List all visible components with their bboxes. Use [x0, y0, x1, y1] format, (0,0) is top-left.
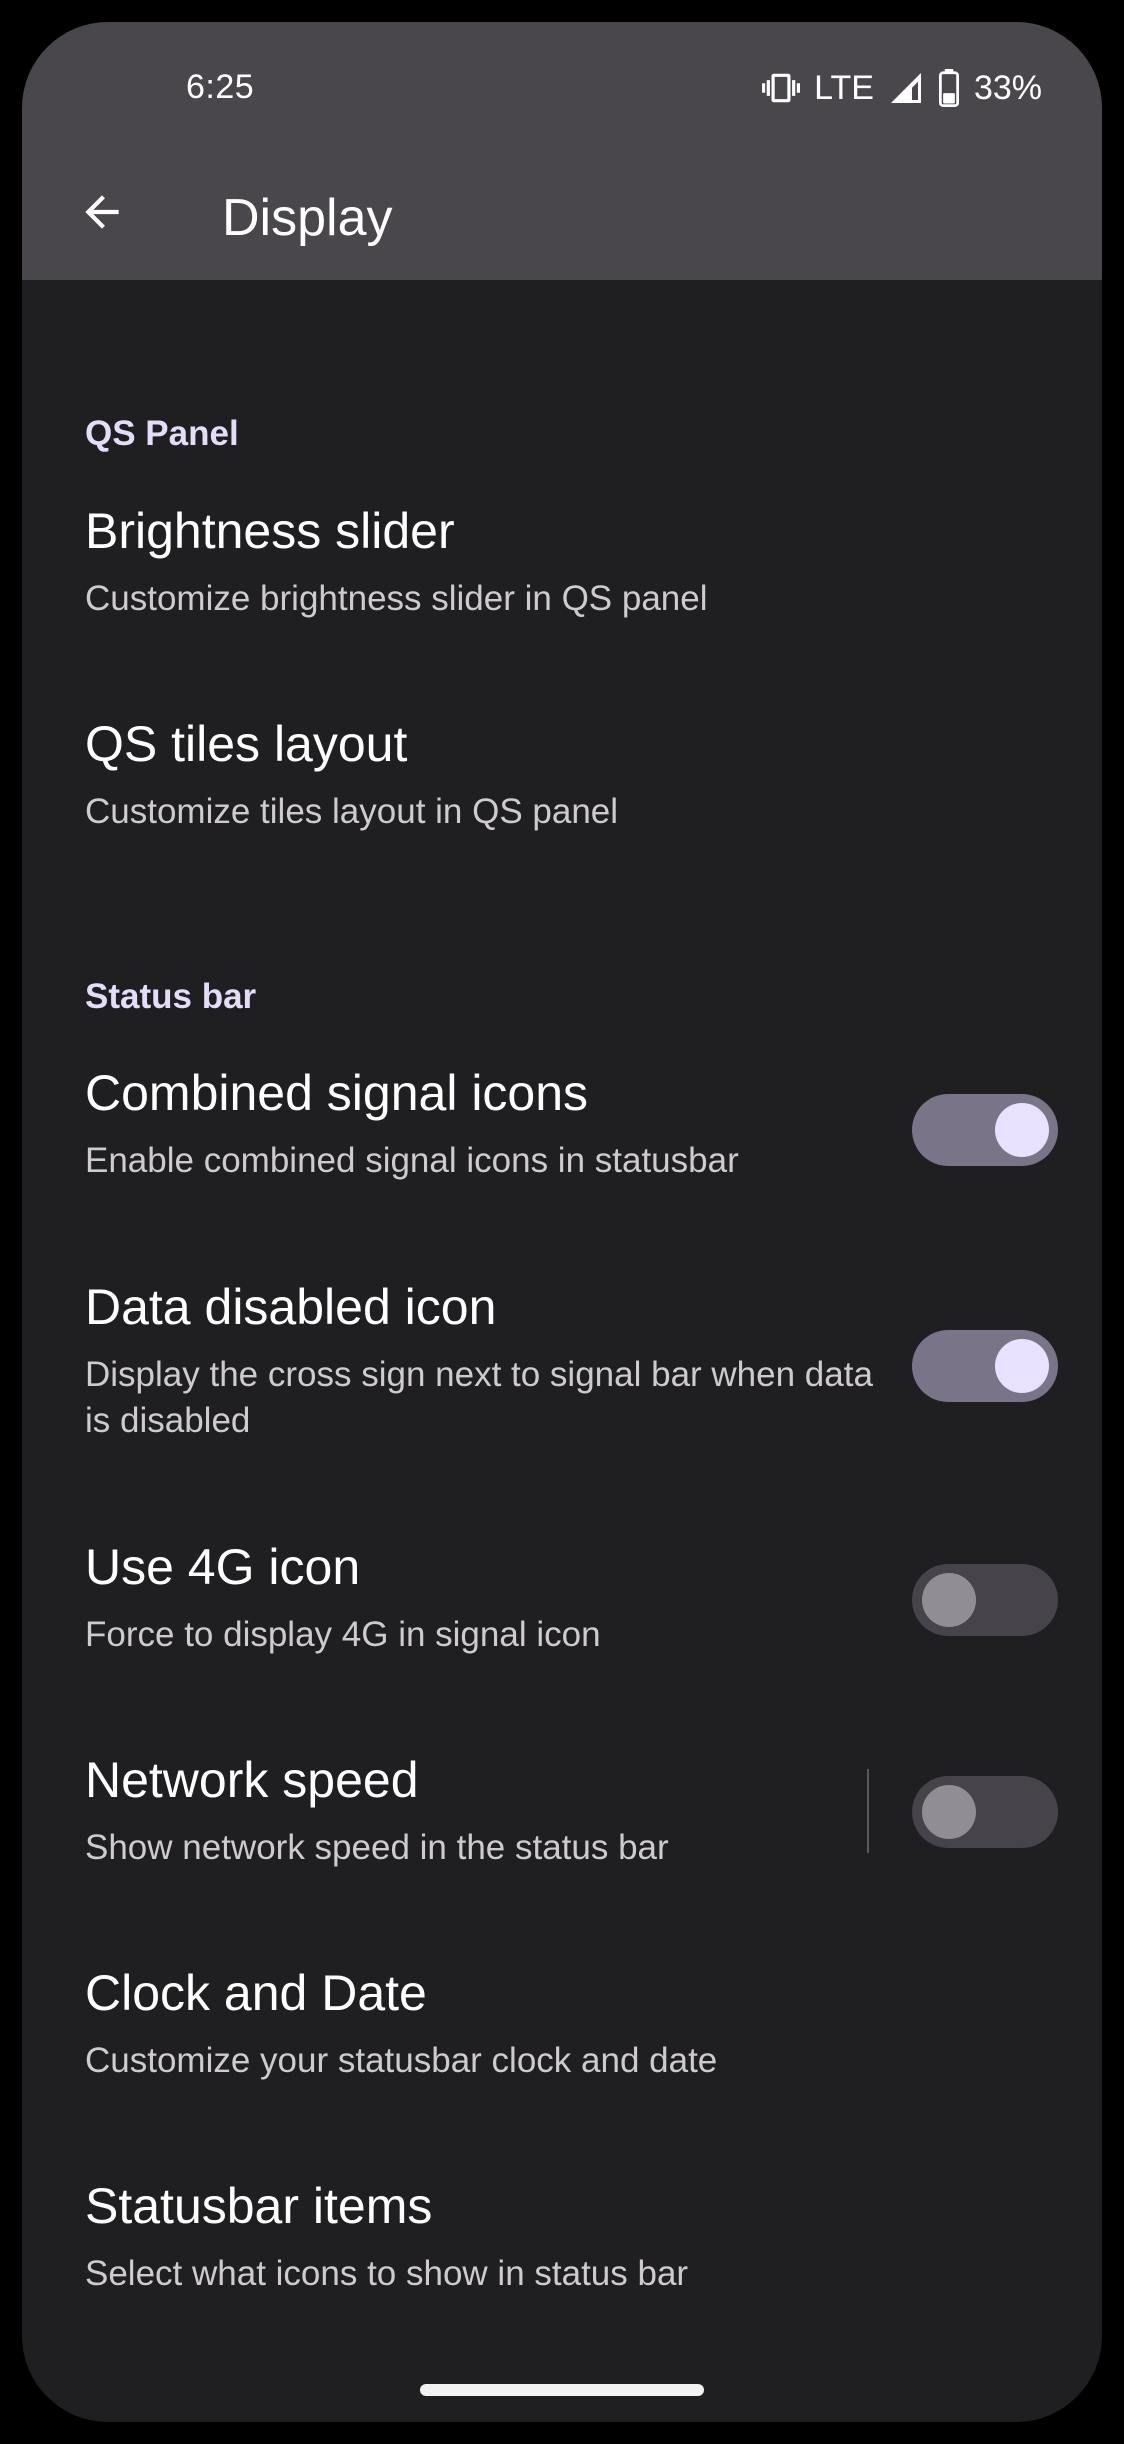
pref-combined-signal-icons[interactable]: Combined signal icons Enable combined si… [22, 1064, 1102, 1264]
combined-signal-toggle[interactable] [912, 1094, 1058, 1166]
device-screen: 6:25 LTE 33% Display QS Panel Brightness… [22, 22, 1102, 2422]
pref-title: Combined signal icons [85, 1065, 589, 1121]
network-speed-toggle[interactable] [912, 1776, 1058, 1848]
pref-title: Brightness slider [85, 503, 455, 559]
pref-subtitle: Select what icons to show in status bar [85, 2254, 689, 2293]
toggle-knob [922, 1785, 976, 1839]
section-header-status-bar: Status bar [85, 977, 257, 1016]
pref-statusbar-items[interactable]: Statusbar items Select what icons to sho… [22, 2177, 1102, 2377]
pref-qs-tiles-layout[interactable]: QS tiles layout Customize tiles layout i… [22, 715, 1102, 915]
signal-icon [888, 70, 924, 106]
home-indicator[interactable] [420, 2384, 704, 2396]
pref-title: Data disabled icon [85, 1279, 497, 1335]
status-icons: LTE 33% [762, 66, 1042, 110]
battery-icon [938, 69, 960, 107]
pref-use-4g-icon[interactable]: Use 4G icon Force to display 4G in signa… [22, 1538, 1102, 1738]
pref-subtitle: Force to display 4G in signal icon [85, 1615, 601, 1654]
arrow-back-icon [77, 187, 127, 242]
pref-subtitle: Customize your statusbar clock and date [85, 2041, 718, 2080]
pref-subtitle: Customize tiles layout in QS panel [85, 792, 619, 831]
pref-clock-and-date[interactable]: Clock and Date Customize your statusbar … [22, 1964, 1102, 2164]
vertical-divider [867, 1769, 869, 1853]
pref-title: Network speed [85, 1752, 419, 1808]
toggle-knob [922, 1573, 976, 1627]
battery-percent: 33% [973, 68, 1042, 107]
app-bar: 6:25 LTE 33% Display [22, 22, 1102, 280]
pref-subtitle: Customize brightness slider in QS panel [85, 579, 708, 618]
pref-title: Clock and Date [85, 1965, 427, 2021]
data-disabled-toggle[interactable] [912, 1330, 1058, 1402]
pref-subtitle: Display the cross sign next to signal ba… [85, 1355, 873, 1440]
vibrate-icon [762, 69, 801, 107]
page-title: Display [222, 189, 393, 247]
network-type-label: LTE [814, 68, 874, 107]
pref-title: Use 4G icon [85, 1539, 361, 1595]
pref-brightness-slider[interactable]: Brightness slider Customize brightness s… [22, 502, 1102, 702]
back-button[interactable] [62, 174, 142, 254]
pref-subtitle: Show network speed in the status bar [85, 1828, 669, 1867]
section-header-qs-panel: QS Panel [85, 414, 239, 453]
pref-subtitle: Enable combined signal icons in statusba… [85, 1141, 739, 1180]
pref-title: QS tiles layout [85, 716, 408, 772]
pref-data-disabled-icon[interactable]: Data disabled icon Display the cross sig… [22, 1278, 1102, 1528]
toggle-knob [995, 1103, 1049, 1157]
pref-network-speed[interactable]: Network speed Show network speed in the … [22, 1751, 1102, 1951]
status-time: 6:25 [186, 68, 255, 106]
use-4g-toggle[interactable] [912, 1564, 1058, 1636]
pref-title: Statusbar items [85, 2178, 433, 2234]
toggle-knob [995, 1339, 1049, 1393]
